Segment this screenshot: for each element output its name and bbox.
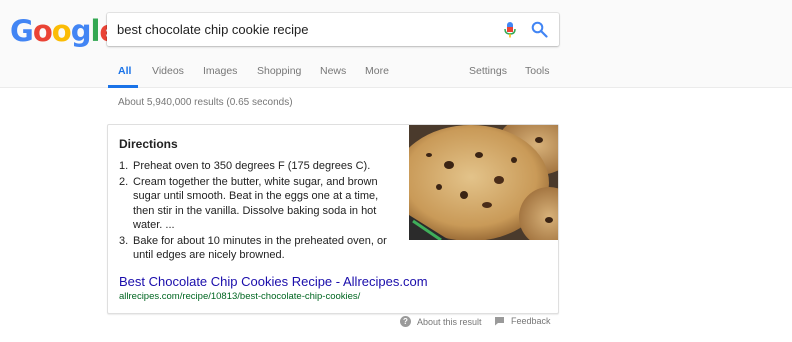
tab-tools[interactable]: Tools (525, 65, 550, 77)
logo-letter: G (10, 14, 34, 48)
featured-snippet: Directions 1. Preheat oven to 350 degree… (107, 124, 559, 314)
tab-all[interactable]: All (118, 65, 131, 77)
tab-shopping[interactable]: Shopping (257, 65, 301, 77)
tab-news[interactable]: News (320, 65, 346, 77)
step-text: Bake for about 10 minutes in the preheat… (133, 234, 387, 262)
tab-more[interactable]: More (365, 65, 389, 77)
step-number: 2. (119, 175, 129, 188)
cookie-photo[interactable] (409, 125, 559, 240)
google-logo[interactable]: Google (10, 14, 119, 48)
result-title-link[interactable]: Best Chocolate Chip Cookies Recipe - All… (119, 274, 428, 289)
result-url: allrecipes.com/recipe/10813/best-chocola… (119, 291, 361, 302)
feedback-link[interactable]: Feedback (494, 316, 551, 326)
about-this-result-label: About this result (417, 316, 482, 327)
directions-list: 1. Preheat oven to 350 degrees F (175 de… (119, 159, 399, 264)
step-number: 3. (119, 234, 129, 247)
microphone-icon[interactable] (502, 21, 518, 39)
step-number: 1. (119, 160, 129, 172)
search-box (107, 13, 559, 46)
list-item: 1. Preheat oven to 350 degrees F (175 de… (119, 159, 399, 174)
snippet-title: Directions (119, 137, 178, 151)
logo-letter: o (32, 14, 53, 48)
question-icon: ? (400, 316, 411, 327)
header: Google All Videos Images Shopping News M… (0, 0, 792, 88)
search-icon[interactable] (531, 21, 548, 38)
result-stats: About 5,940,000 results (0.65 seconds) (118, 97, 293, 108)
feedback-icon (495, 317, 504, 326)
feedback-label: Feedback (511, 316, 551, 326)
search-input[interactable] (117, 13, 497, 46)
search-tabs: All Videos Images Shopping News More Set… (0, 60, 792, 88)
tab-videos[interactable]: Videos (152, 65, 184, 77)
logo-letter: o (51, 14, 72, 48)
list-item: 2. Cream together the butter, white suga… (119, 175, 399, 233)
step-text: Preheat oven to 350 degrees F (175 degre… (133, 160, 371, 172)
step-text: Cream together the butter, white sugar, … (133, 175, 379, 232)
list-item: 3. Bake for about 10 minutes in the preh… (119, 234, 399, 263)
tab-settings[interactable]: Settings (469, 65, 507, 77)
tab-images[interactable]: Images (203, 65, 237, 77)
logo-letter: l (90, 14, 100, 48)
active-tab-indicator (108, 85, 138, 88)
about-this-result-link[interactable]: ? About this result (400, 316, 482, 327)
logo-letter: g (70, 14, 92, 48)
